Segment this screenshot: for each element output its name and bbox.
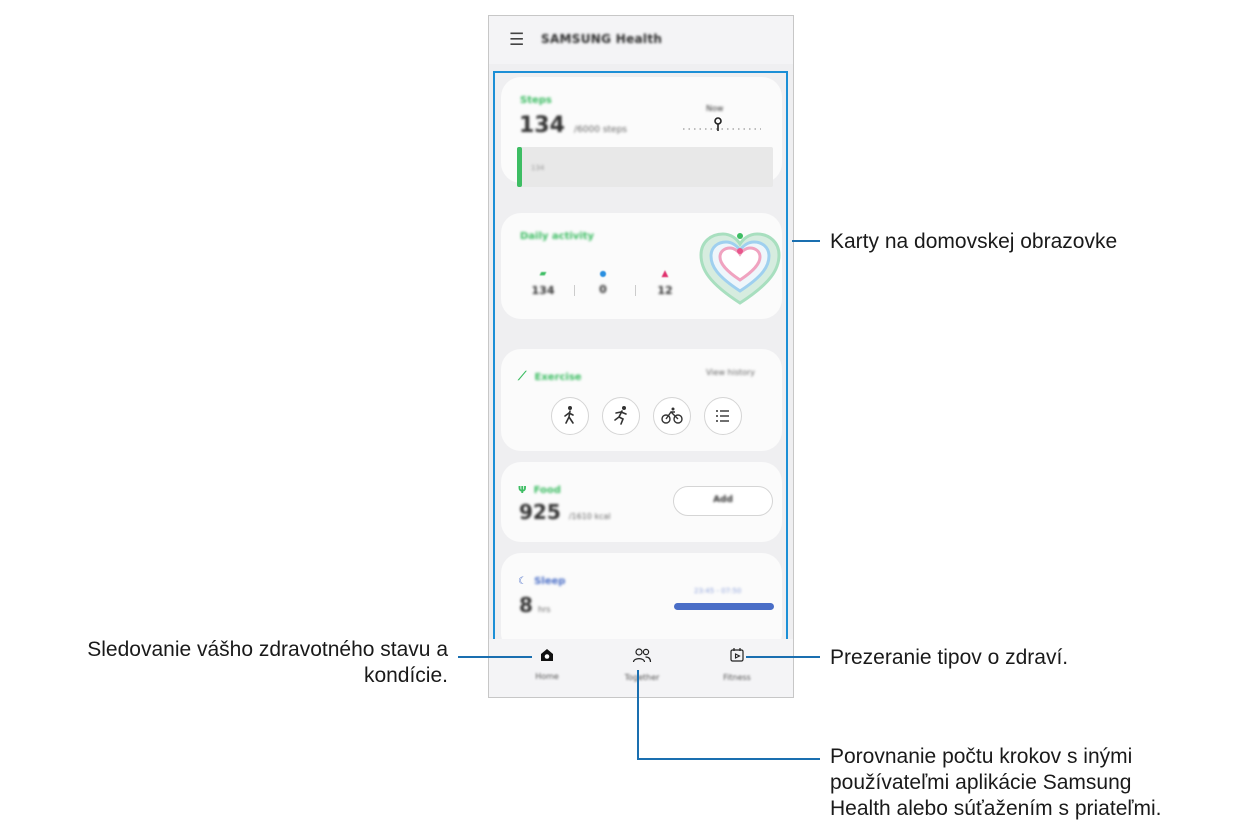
food-title: Food (533, 485, 561, 496)
home-icon (541, 649, 553, 661)
moon-icon: ☾ (518, 576, 527, 587)
steps-marker-label: Now (706, 104, 724, 113)
nav-fitness-label: Fitness (723, 673, 751, 682)
steps-title: Steps (520, 95, 552, 106)
activity-minutes-stat: ● 0 (583, 269, 623, 296)
app-bar: ☰ SAMSUNG Health (489, 16, 793, 64)
sleep-unit: hrs (538, 605, 551, 614)
steps-progress-fill (517, 147, 522, 187)
sleep-header: ☾ Sleep (518, 569, 565, 588)
running-button[interactable] (602, 397, 640, 435)
callout-together-line1: Porovnanie počtu krokov s inými (830, 745, 1133, 768)
sleep-time-range: 23:45 - 07:50 (694, 587, 742, 595)
stat-divider (574, 285, 575, 296)
walking-button[interactable] (551, 397, 589, 435)
daily-activity-title: Daily activity (520, 231, 595, 242)
exercise-title: Exercise (534, 372, 582, 383)
activity-calories-stat: ▲ 12 (645, 269, 685, 297)
sleep-title: Sleep (534, 576, 566, 587)
food-unit: /1610 kcal (568, 512, 611, 521)
steps-count: 134 (519, 113, 565, 138)
activity-calories-value: 12 (657, 284, 673, 297)
activity-steps-stat: ▰ 134 (523, 269, 563, 297)
nav-home-label: Home (535, 672, 559, 681)
food-add-button[interactable]: Add (673, 486, 773, 516)
food-card[interactable]: Ψ Food 925 /1610 kcal Add (501, 462, 782, 542)
food-add-label: Add (713, 495, 733, 505)
list-icon (716, 410, 729, 422)
view-history-link[interactable]: View history (706, 368, 755, 377)
nav-home[interactable]: Home (517, 647, 577, 681)
cycling-icon (661, 407, 683, 424)
timer-icon: ● (599, 269, 607, 278)
stat-divider (635, 285, 636, 296)
food-value: 925 /1610 kcal (519, 500, 611, 524)
people-icon (632, 648, 652, 663)
hamburger-menu-icon[interactable]: ☰ (509, 32, 524, 49)
more-exercises-button[interactable] (704, 397, 742, 435)
food-kcal: 925 (519, 500, 561, 524)
app-title: SAMSUNG Health (541, 32, 663, 46)
callout-line-fitness (746, 656, 820, 658)
callout-cards: Karty na domovskej obrazovke (830, 230, 1118, 253)
home-cards-area: Steps 134 /6000 steps Now 134 Daily acti… (493, 71, 788, 644)
exercise-runner-icon: ⟋ (518, 369, 527, 383)
bottom-navigation: Home Together Fitness (489, 639, 793, 697)
daily-activity-card[interactable]: Daily activity ▰ 134 ● 0 ▲ 12 (501, 213, 782, 319)
nav-together-label: Together (624, 673, 660, 682)
sleep-hours: 8 (519, 593, 533, 617)
callout-line-cards (792, 240, 820, 242)
callout-together-line2: používateľmi aplikácie Samsung (830, 771, 1132, 794)
steps-progress-hint: 134 (531, 164, 545, 172)
callout-line-together-vertical (637, 670, 639, 760)
callout-together-line3: Health alebo súťažením s priateľmi. (830, 797, 1162, 820)
activity-rings-heart-icon (699, 232, 781, 305)
flame-icon: ▲ (661, 269, 669, 279)
steps-timeline-marker (683, 117, 761, 131)
exercise-card[interactable]: ⟋ Exercise View history (501, 349, 782, 451)
cycling-button[interactable] (653, 397, 691, 435)
activity-minutes-value: 0 (599, 283, 607, 296)
sleep-bar (674, 603, 774, 610)
steps-unit: /6000 steps (574, 125, 627, 135)
food-header: Ψ Food (518, 478, 561, 497)
nav-together[interactable]: Together (612, 647, 672, 682)
video-calendar-icon (730, 648, 744, 662)
walking-icon (564, 406, 574, 424)
sleep-card[interactable]: ☾ Sleep 8 hrs 23:45 - 07:50 (501, 553, 782, 642)
callout-fitness: Prezeranie tipov o zdraví. (830, 646, 1069, 669)
steps-card[interactable]: Steps 134 /6000 steps Now 134 (501, 77, 782, 187)
steps-value: 134 /6000 steps (519, 113, 627, 138)
cutlery-icon: Ψ (518, 485, 527, 496)
steps-progress-track: 134 (517, 147, 773, 187)
activity-steps-value: 134 (531, 284, 555, 297)
phone-screen: ☰ SAMSUNG Health Steps 134 /6000 steps N… (488, 15, 794, 698)
nav-fitness[interactable]: Fitness (707, 647, 767, 682)
callout-line-together-horizontal (637, 758, 820, 760)
running-icon (614, 406, 627, 425)
callout-line-home (458, 656, 532, 658)
exercise-header: ⟋ Exercise (518, 365, 582, 384)
sleep-value: 8 hrs (519, 593, 551, 617)
footprint-icon: ▰ (539, 269, 547, 279)
callout-home-line1: Sledovanie vášho zdravotného stavu a (87, 638, 448, 661)
callout-home-line2: kondície. (363, 664, 448, 687)
